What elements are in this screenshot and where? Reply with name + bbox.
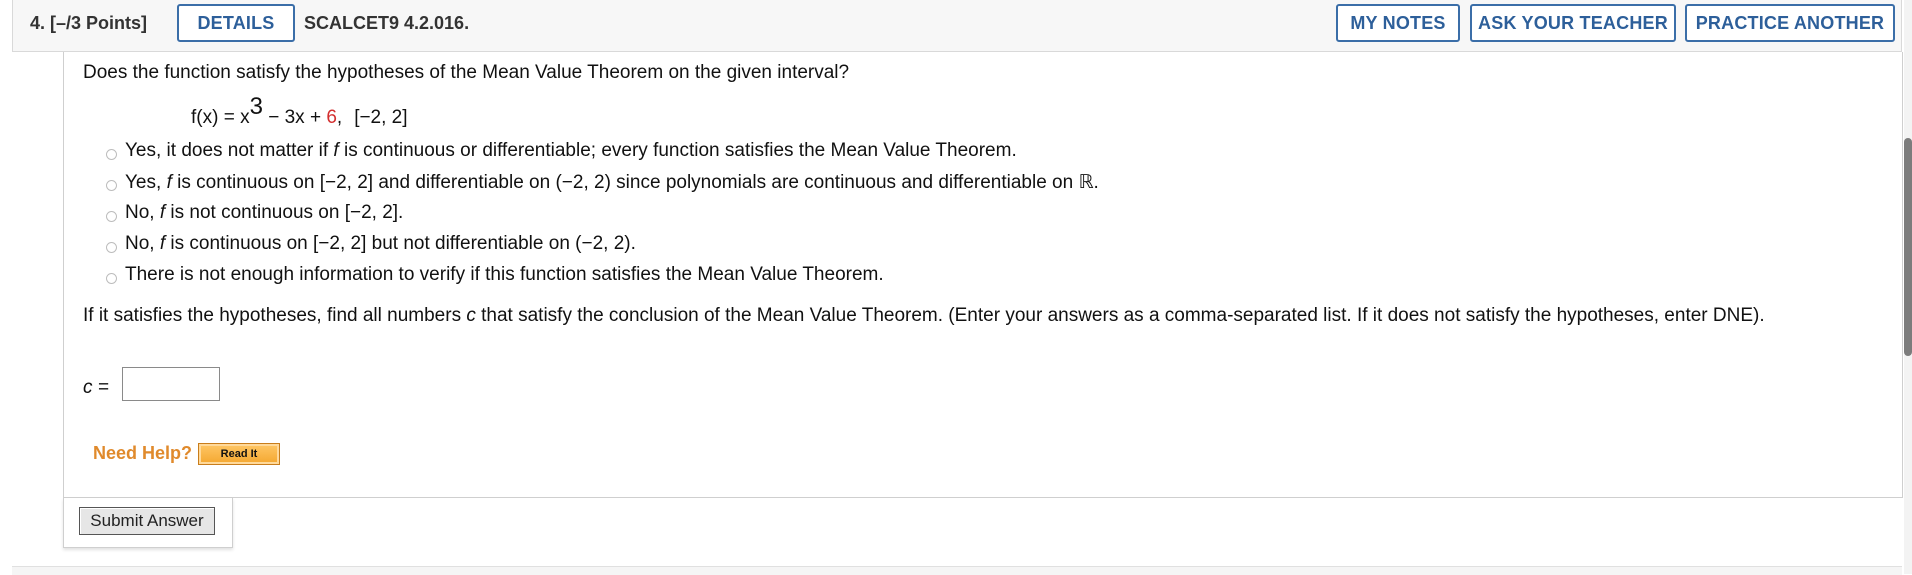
- equation-mid: − 3x +: [262, 107, 327, 128]
- need-help-label: Need Help?: [93, 443, 193, 463]
- choice-text: Yes, it does not matter if f is continuo…: [125, 140, 1017, 161]
- equation-lhs: f(x) = x: [191, 107, 250, 128]
- choice-option-2[interactable]: Yes, f is continuous on [−2, 2] and diff…: [106, 171, 1099, 194]
- answer-input[interactable]: [122, 367, 220, 401]
- radio-button[interactable]: [106, 180, 117, 191]
- equation-interval: [−2, 2]: [354, 107, 408, 128]
- details-button[interactable]: DETAILS: [177, 4, 295, 42]
- equation-exponent: 3: [249, 92, 263, 120]
- choice-option-5[interactable]: There is not enough information to verif…: [106, 264, 884, 286]
- equation-constant: 6: [326, 107, 337, 128]
- course-code: SCALCET9 4.2.016.: [304, 13, 470, 33]
- choice-text: No, f is continuous on [−2, 2] but not d…: [125, 233, 636, 254]
- choice-option-1[interactable]: Yes, it does not matter if f is continuo…: [106, 140, 1017, 162]
- submit-answer-button[interactable]: Submit Answer: [79, 507, 215, 535]
- question-points: 4. [–/3 Points]: [30, 13, 148, 33]
- choice-text: There is not enough information to verif…: [125, 264, 884, 285]
- equation-separator: ,: [336, 107, 343, 128]
- practice-another-button[interactable]: PRACTICE ANOTHER: [1685, 4, 1895, 42]
- choice-option-3[interactable]: No, f is not continuous on [−2, 2].: [106, 202, 403, 224]
- radio-button[interactable]: [106, 241, 117, 253]
- ask-your-teacher-button[interactable]: ASK YOUR TEACHER: [1470, 4, 1676, 42]
- question-header: 4. [–/3 Points] DETAILS SCALCET9 4.2.016…: [12, 0, 1902, 52]
- radio-button[interactable]: [106, 148, 117, 160]
- question-prompt: Does the function satisfy the hypotheses…: [83, 62, 850, 83]
- choice-option-4[interactable]: No, f is continuous on [−2, 2] but not d…: [106, 233, 636, 255]
- choice-text: No, f is not continuous on [−2, 2].: [125, 202, 404, 223]
- scrollbar-thumb[interactable]: [1904, 138, 1912, 356]
- submit-area: Submit Answer: [63, 498, 233, 548]
- followup-instructions: If it satisfies the hypotheses, find all…: [83, 305, 1765, 326]
- my-notes-button[interactable]: MY NOTES: [1336, 4, 1460, 42]
- radio-button[interactable]: [106, 272, 117, 284]
- read-it-button[interactable]: Read It: [198, 443, 280, 465]
- function-equation: f(x) = x3 − 3x + 6, [−2, 2]: [191, 94, 408, 129]
- question-body: Does the function satisfy the hypotheses…: [63, 52, 1903, 498]
- radio-button[interactable]: [106, 210, 117, 222]
- choice-text: Yes, f is continuous on [−2, 2] and diff…: [125, 172, 1099, 193]
- answer-label: c =: [83, 377, 109, 398]
